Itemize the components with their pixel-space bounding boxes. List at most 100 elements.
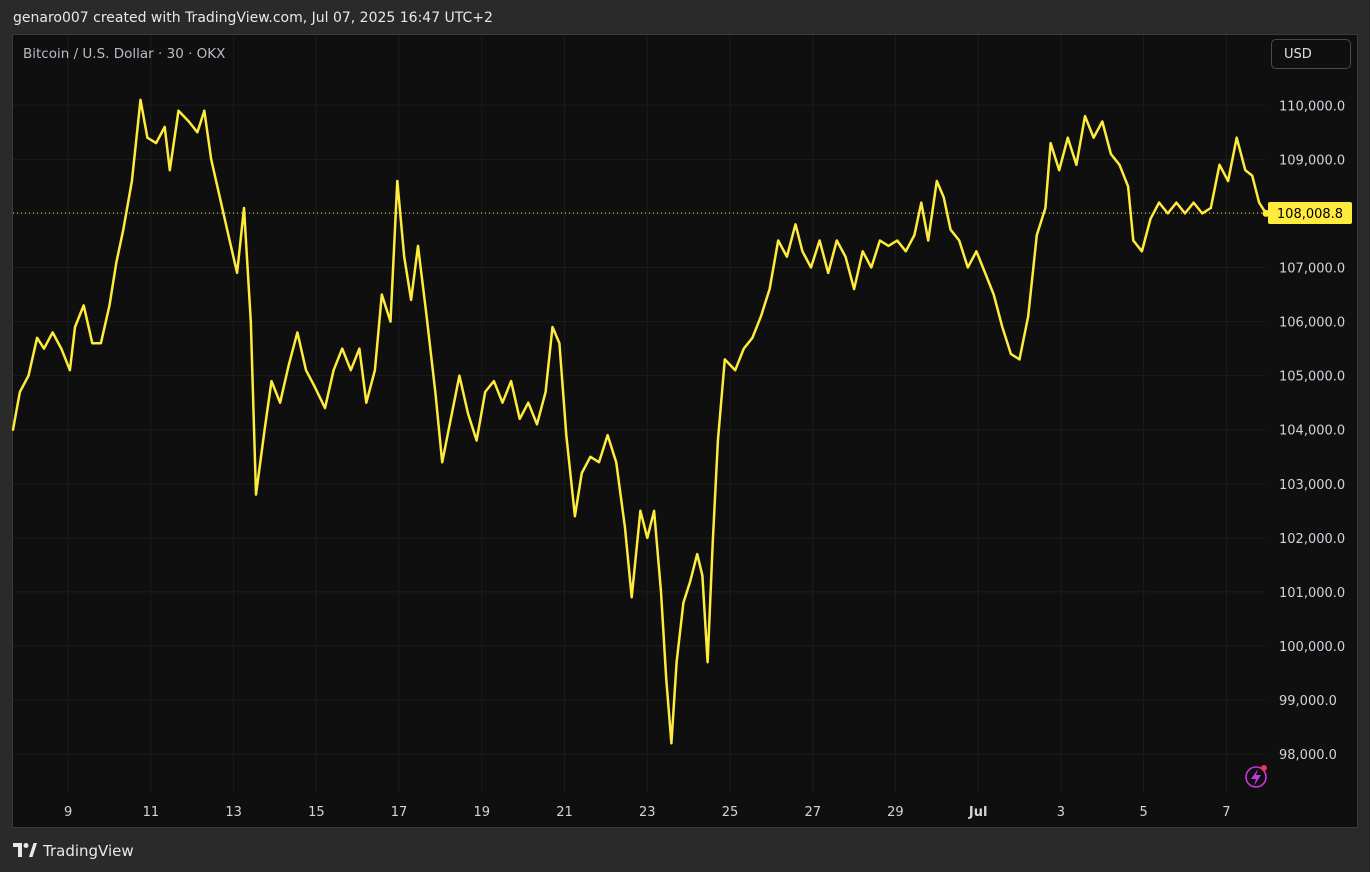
price-point xyxy=(332,369,335,372)
price-point xyxy=(810,266,812,269)
x-tick-label: 11 xyxy=(143,805,160,820)
y-tick-label: 98,000.0 xyxy=(1279,748,1337,763)
price-point xyxy=(458,374,461,377)
price-point xyxy=(544,391,547,393)
y-tick-label: 109,000.0 xyxy=(1279,153,1345,168)
price-point xyxy=(139,99,142,101)
price-point xyxy=(493,380,495,382)
price-point xyxy=(992,293,995,296)
price-point xyxy=(219,196,221,198)
price-point xyxy=(794,223,797,226)
x-tick-label: 7 xyxy=(1222,805,1230,820)
price-point xyxy=(510,380,512,382)
price-point xyxy=(350,369,352,372)
price-point xyxy=(305,369,307,372)
price-point xyxy=(51,331,54,334)
brand-name: TradingView xyxy=(43,842,134,860)
price-point xyxy=(341,347,344,350)
price-point xyxy=(896,239,898,242)
price-point xyxy=(589,456,592,458)
price-point xyxy=(155,142,157,144)
price-point xyxy=(19,391,21,393)
price-point xyxy=(169,169,171,171)
price-point xyxy=(1227,180,1229,182)
price-point xyxy=(1210,207,1212,209)
price-point xyxy=(74,326,76,328)
price-point xyxy=(91,342,94,345)
y-tick-label: 103,000.0 xyxy=(1279,478,1345,493)
price-point xyxy=(131,180,133,182)
price-point xyxy=(122,228,125,231)
price-point xyxy=(210,158,212,161)
price-point xyxy=(913,234,916,236)
price-point xyxy=(701,574,704,577)
price-point xyxy=(203,109,206,112)
tradingview-logo-icon xyxy=(13,842,37,861)
y-tick-label: 105,000.0 xyxy=(1279,370,1345,385)
price-point xyxy=(551,326,554,328)
last-price-label: 108,008.8 xyxy=(1277,207,1343,222)
price-point xyxy=(949,228,952,231)
price-point xyxy=(450,418,452,420)
price-point xyxy=(1132,239,1135,242)
price-point xyxy=(1184,212,1186,215)
price-point xyxy=(615,461,617,464)
price-point xyxy=(403,255,406,258)
price-point xyxy=(1258,201,1260,204)
price-point xyxy=(475,439,478,442)
price-point xyxy=(374,369,376,372)
price-point xyxy=(786,255,788,258)
price-point xyxy=(751,337,754,339)
y-tick-label: 100,000.0 xyxy=(1279,640,1345,655)
price-point xyxy=(1218,164,1221,166)
price-point xyxy=(396,180,399,182)
price-point xyxy=(467,412,469,415)
price-point xyxy=(1149,218,1152,220)
price-point xyxy=(296,331,299,334)
price-point xyxy=(501,401,504,404)
price-point xyxy=(381,293,383,296)
y-tick-label: 102,000.0 xyxy=(1279,532,1345,547)
price-point xyxy=(43,347,45,350)
x-tick-label: 29 xyxy=(887,805,904,820)
price-point xyxy=(1001,326,1004,328)
x-tick-label: 5 xyxy=(1139,805,1147,820)
price-point xyxy=(389,320,392,323)
price-point xyxy=(108,304,111,307)
price-point xyxy=(836,239,838,242)
price-point xyxy=(1118,164,1121,166)
price-point xyxy=(777,239,779,242)
price-point xyxy=(441,461,444,464)
price-point xyxy=(1192,201,1195,204)
x-tick-label: 15 xyxy=(308,805,325,820)
y-tick-label: 107,000.0 xyxy=(1279,262,1345,277)
y-tick-label: 99,000.0 xyxy=(1279,694,1337,709)
price-point xyxy=(177,109,180,112)
price-point xyxy=(417,245,419,247)
price-point xyxy=(1141,250,1143,253)
price-point xyxy=(1201,212,1203,215)
price-point xyxy=(358,347,361,350)
price-point xyxy=(1167,212,1169,215)
price-point xyxy=(263,428,266,431)
price-point xyxy=(27,374,30,377)
price-point xyxy=(879,239,881,242)
symbol-title[interactable]: Bitcoin / U.S. Dollar · 30 · OKX xyxy=(23,46,225,62)
price-point xyxy=(581,472,583,474)
currency-button[interactable]: USD xyxy=(1271,39,1351,69)
price-point xyxy=(1175,201,1178,204)
price-series-line[interactable] xyxy=(11,98,1268,745)
price-point xyxy=(870,266,873,269)
bolt-alert-icon[interactable] xyxy=(1245,765,1267,788)
price-point xyxy=(36,337,38,339)
price-point xyxy=(942,196,945,198)
y-tick-label: 104,000.0 xyxy=(1279,424,1345,439)
x-tick-label: 23 xyxy=(639,805,656,820)
price-point xyxy=(665,677,667,680)
brand-logo[interactable]: TradingView xyxy=(13,842,134,860)
price-point xyxy=(711,542,714,545)
price-point xyxy=(100,342,102,345)
price-chart[interactable]: 98,000.0 99,000.0 100,000.0 101,000.0 102,00… xyxy=(0,0,1370,872)
price-point xyxy=(434,391,437,393)
price-point xyxy=(410,299,412,301)
